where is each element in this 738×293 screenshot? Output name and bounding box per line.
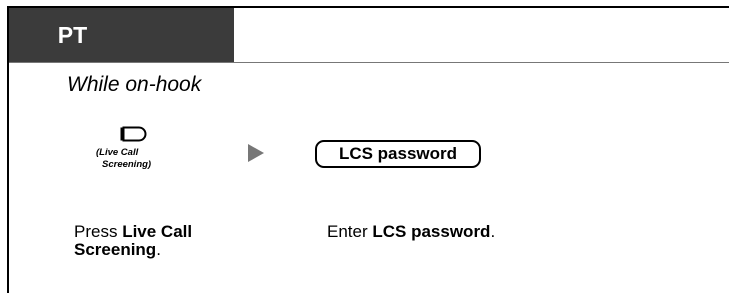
key-caption-line: (Live Call: [96, 147, 139, 158]
instruction-bold: LCS password: [372, 222, 491, 241]
instruction-text: Enter: [327, 222, 373, 241]
instruction-text: .: [490, 222, 496, 241]
lcs-password-box: LCS password: [315, 140, 481, 168]
instruction-bold: Live Call: [122, 222, 193, 241]
next-step-arrow-icon: [248, 144, 264, 167]
step-instruction-enter: Enter LCS password.: [327, 223, 627, 241]
header-tab: PT: [9, 8, 234, 62]
key-caption-line: Screening): [102, 159, 152, 170]
instruction-text: .: [156, 240, 161, 259]
feature-key-icon: [119, 126, 147, 147]
key-caption: (Live Call Screening): [96, 147, 186, 171]
instruction-text: Press: [74, 222, 123, 241]
header-divider: [9, 62, 729, 63]
instruction-bold: Screening: [74, 240, 157, 259]
tab-label: PT: [57, 22, 88, 48]
step-instruction-press: Press Live Call Screening.: [74, 223, 274, 259]
condition-text: While on-hook: [67, 73, 202, 96]
